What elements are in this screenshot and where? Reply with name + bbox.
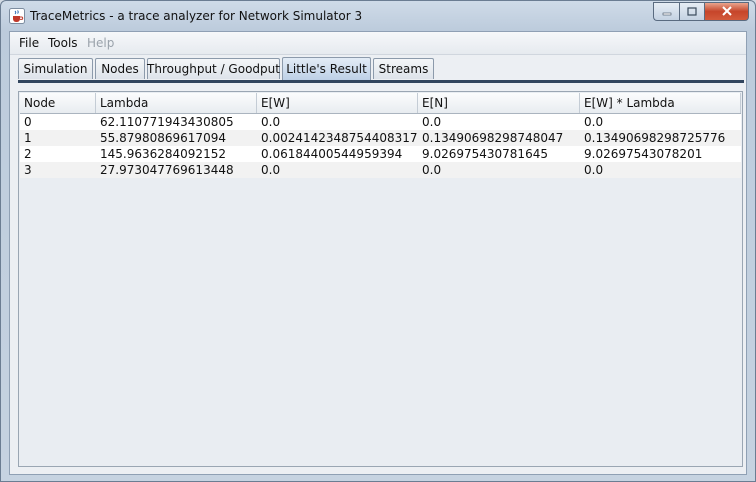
- column-header-en[interactable]: E[N]: [418, 93, 580, 113]
- title-bar[interactable]: TraceMetrics - a trace analyzer for Netw…: [1, 1, 755, 31]
- table-row[interactable]: 0 62.110771943430805 0.0 0.0 0.0: [20, 114, 741, 130]
- close-button[interactable]: [704, 2, 749, 21]
- app-window: TraceMetrics - a trace analyzer for Netw…: [0, 0, 756, 482]
- table-cell: 0.13490698298725776: [584, 131, 726, 145]
- maximize-button[interactable]: [679, 2, 704, 21]
- table-cell: 0.0: [422, 115, 442, 129]
- table-cell: 0.0: [584, 163, 604, 177]
- column-header-node[interactable]: Node: [20, 93, 96, 113]
- column-header-lambda[interactable]: Lambda: [96, 93, 257, 113]
- table-header: Node Lambda E[W] E[N] E[W] * Lambda: [20, 93, 741, 114]
- table-cell: 9.026975430781645: [422, 147, 548, 161]
- table-cell: 2: [24, 147, 32, 161]
- tab-nodes[interactable]: Nodes: [95, 58, 145, 79]
- table-cell: 1: [24, 131, 32, 145]
- tab-littles-result[interactable]: Little's Result: [282, 57, 371, 80]
- table-cell: 0.0: [422, 163, 442, 177]
- table-cell: 3: [24, 163, 32, 177]
- menu-help[interactable]: Help: [87, 36, 114, 50]
- minimize-icon: [662, 5, 672, 19]
- littles-result-table: Node Lambda E[W] E[N] E[W] * Lambda 0 62…: [20, 93, 741, 178]
- table-cell: 0.0: [584, 115, 604, 129]
- table-cell: 0.0: [261, 115, 281, 129]
- window-controls: [653, 2, 749, 21]
- table-cell: 62.110771943430805: [100, 115, 234, 129]
- client-area: File Tools Help Simulation Nodes Through…: [9, 31, 747, 475]
- column-header-ew-lambda[interactable]: E[W] * Lambda: [580, 93, 741, 113]
- tab-divider: [18, 80, 744, 83]
- table-cell: 0.0024142348754408317: [261, 131, 418, 145]
- table-row[interactable]: 2 145.9636284092152 0.06184400544959394 …: [20, 146, 741, 162]
- column-header-ew[interactable]: E[W]: [257, 93, 418, 113]
- table-row[interactable]: 3 27.973047769613448 0.0 0.0 0.0: [20, 162, 741, 178]
- maximize-icon: [687, 5, 697, 19]
- table-cell: 55.87980869617094: [100, 131, 226, 145]
- menu-bar: File Tools Help: [10, 32, 746, 55]
- menu-file[interactable]: File: [19, 36, 39, 50]
- table-cell: 27.973047769613448: [100, 163, 234, 177]
- table-cell: 0.06184400544959394: [261, 147, 403, 161]
- table-cell: 0: [24, 115, 32, 129]
- tab-streams[interactable]: Streams: [373, 58, 434, 79]
- java-cup-icon[interactable]: [9, 8, 25, 24]
- table-cell: 9.02697543078201: [584, 147, 703, 161]
- results-panel: Node Lambda E[W] E[N] E[W] * Lambda 0 62…: [18, 91, 743, 467]
- window-title: TraceMetrics - a trace analyzer for Netw…: [30, 9, 363, 23]
- tab-throughput-goodput[interactable]: Throughput / Goodput: [147, 58, 280, 79]
- table-row[interactable]: 1 55.87980869617094 0.002414234875440831…: [20, 130, 741, 146]
- close-icon: [721, 5, 733, 19]
- table-cell: 0.0: [261, 163, 281, 177]
- tab-simulation[interactable]: Simulation: [18, 58, 93, 79]
- table-cell: 0.13490698298748047: [422, 131, 564, 145]
- minimize-button[interactable]: [653, 2, 679, 21]
- table-cell: 145.9636284092152: [100, 147, 226, 161]
- menu-tools[interactable]: Tools: [48, 36, 78, 50]
